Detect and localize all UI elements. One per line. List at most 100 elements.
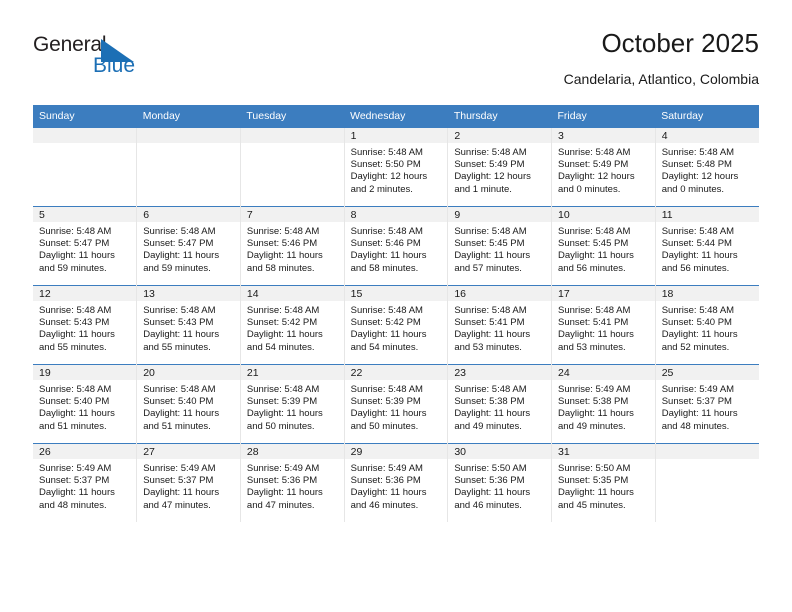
day-number: 10 bbox=[552, 207, 655, 222]
calendar-day-cell[interactable]: 10 Sunrise: 5:48 AM Sunset: 5:45 PM Dayligh… bbox=[551, 206, 656, 286]
day-details: Sunrise: 5:48 AM Sunset: 5:44 PM Daylight:… bbox=[656, 222, 759, 275]
calendar-day-cell[interactable]: 24 Sunrise: 5:49 AM Sunset: 5:38 PM Dayligh… bbox=[551, 364, 656, 444]
sunrise-text: Sunrise: 5:48 AM bbox=[661, 226, 735, 237]
sunset-text: Sunset: 5:50 PM bbox=[350, 159, 421, 171]
daylight-text-line1: Daylight: 11 hours bbox=[39, 329, 115, 341]
day-number: 28 bbox=[240, 444, 344, 459]
weekday-header-saturday: Saturday bbox=[655, 105, 759, 128]
sunrise-text: Sunrise: 5:48 AM bbox=[143, 384, 216, 395]
calendar-day-cell[interactable]: 27 Sunrise: 5:49 AM Sunset: 5:37 PM Dayligh… bbox=[136, 443, 241, 522]
day-details: Sunrise: 5:49 AM Sunset: 5:37 PM Daylight:… bbox=[656, 380, 759, 433]
daylight-text-line1: Daylight: 11 hours bbox=[246, 329, 323, 341]
calendar-day-cell[interactable]: 9 Sunrise: 5:48 AM Sunset: 5:45 PM Daylight… bbox=[447, 206, 552, 286]
sunrise-text: Sunrise: 5:48 AM bbox=[350, 384, 423, 395]
day-details: Sunrise: 5:48 AM Sunset: 5:49 PM Daylight:… bbox=[552, 143, 655, 196]
sunset-text: Sunset: 5:43 PM bbox=[39, 317, 110, 329]
calendar-day-cell[interactable]: 3 Sunrise: 5:48 AM Sunset: 5:49 PM Daylight… bbox=[551, 127, 656, 207]
day-number: 16 bbox=[448, 286, 552, 301]
daylight-text-line2: and 50 minutes. bbox=[246, 420, 315, 432]
sunrise-text: Sunrise: 5:48 AM bbox=[350, 226, 423, 237]
calendar-day-cell[interactable]: 22 Sunrise: 5:48 AM Sunset: 5:39 PM Dayligh… bbox=[343, 364, 448, 444]
title-block: October 2025 Candelaria, Atlantico, Colo… bbox=[564, 28, 759, 89]
general-blue-logo[interactable]: General Blue bbox=[33, 28, 153, 84]
daylight-text-line1: Daylight: 11 hours bbox=[454, 487, 531, 499]
calendar-day-cell[interactable]: 29 Sunrise: 5:49 AM Sunset: 5:36 PM Dayligh… bbox=[343, 443, 448, 522]
daylight-text-line1: Daylight: 12 hours bbox=[661, 171, 739, 183]
calendar-day-cell[interactable]: 20 Sunrise: 5:48 AM Sunset: 5:40 PM Dayligh… bbox=[136, 364, 241, 444]
calendar-day-cell[interactable]: 7 Sunrise: 5:48 AM Sunset: 5:46 PM Daylight… bbox=[239, 206, 345, 286]
sunrise-text: Sunrise: 5:49 AM bbox=[558, 384, 631, 395]
day-number bbox=[137, 128, 240, 143]
day-details: Sunrise: 5:48 AM Sunset: 5:42 PM Daylight:… bbox=[241, 301, 344, 354]
sunrise-text: Sunrise: 5:49 AM bbox=[350, 463, 423, 474]
day-number: 11 bbox=[655, 207, 759, 222]
daylight-text-line1: Daylight: 11 hours bbox=[143, 250, 220, 262]
calendar-day-cell-empty bbox=[136, 127, 241, 207]
calendar-day-cell[interactable]: 30 Sunrise: 5:50 AM Sunset: 5:36 PM Dayligh… bbox=[447, 443, 552, 522]
daylight-text-line2: and 2 minutes. bbox=[350, 183, 413, 195]
calendar-day-cell[interactable]: 5 Sunrise: 5:48 AM Sunset: 5:47 PM Daylight… bbox=[33, 206, 137, 286]
sunrise-text: Sunrise: 5:48 AM bbox=[661, 305, 735, 316]
day-number: 23 bbox=[448, 365, 552, 380]
calendar-day-cell[interactable]: 4 Sunrise: 5:48 AM Sunset: 5:48 PM Daylight… bbox=[654, 127, 759, 207]
calendar-day-cell[interactable]: 23 Sunrise: 5:48 AM Sunset: 5:38 PM Dayligh… bbox=[447, 364, 552, 444]
calendar-day-cell[interactable]: 26 Sunrise: 5:49 AM Sunset: 5:37 PM Dayligh… bbox=[33, 443, 137, 522]
sunset-text: Sunset: 5:47 PM bbox=[39, 238, 110, 250]
sunrise-text: Sunrise: 5:48 AM bbox=[558, 226, 631, 237]
calendar-day-cell[interactable]: 28 Sunrise: 5:49 AM Sunset: 5:36 PM Dayligh… bbox=[239, 443, 345, 522]
calendar-day-cell[interactable]: 25 Sunrise: 5:49 AM Sunset: 5:37 PM Dayligh… bbox=[654, 364, 759, 444]
day-details: Sunrise: 5:49 AM Sunset: 5:36 PM Daylight:… bbox=[345, 459, 448, 512]
sunset-text: Sunset: 5:35 PM bbox=[558, 475, 629, 487]
day-number: 12 bbox=[33, 286, 137, 301]
calendar-day-cell[interactable]: 16 Sunrise: 5:48 AM Sunset: 5:41 PM Dayligh… bbox=[447, 285, 552, 365]
sunset-text: Sunset: 5:46 PM bbox=[350, 238, 421, 250]
calendar-day-cell[interactable]: 11 Sunrise: 5:48 AM Sunset: 5:44 PM Dayligh… bbox=[654, 206, 759, 286]
daylight-text-line2: and 54 minutes. bbox=[246, 341, 315, 353]
day-details: Sunrise: 5:49 AM Sunset: 5:36 PM Daylight:… bbox=[241, 459, 344, 512]
calendar-day-cell[interactable]: 21 Sunrise: 5:48 AM Sunset: 5:39 PM Dayligh… bbox=[239, 364, 345, 444]
day-number: 21 bbox=[240, 365, 344, 380]
calendar-day-cell[interactable]: 18 Sunrise: 5:48 AM Sunset: 5:40 PM Dayligh… bbox=[654, 285, 759, 365]
daylight-text-line2: and 49 minutes. bbox=[454, 420, 522, 432]
sunset-text: Sunset: 5:46 PM bbox=[246, 238, 318, 250]
calendar-body: 1 Sunrise: 5:48 AM Sunset: 5:50 PM Daylight… bbox=[33, 127, 759, 522]
daylight-text-line1: Daylight: 11 hours bbox=[661, 329, 738, 341]
calendar-day-cell[interactable]: 14 Sunrise: 5:48 AM Sunset: 5:42 PM Dayligh… bbox=[239, 285, 345, 365]
calendar-day-cell[interactable]: 19 Sunrise: 5:48 AM Sunset: 5:40 PM Dayligh… bbox=[33, 364, 137, 444]
sunset-text: Sunset: 5:43 PM bbox=[143, 317, 214, 329]
sunrise-text: Sunrise: 5:49 AM bbox=[39, 463, 112, 474]
sunset-text: Sunset: 5:48 PM bbox=[661, 159, 732, 171]
day-number bbox=[33, 128, 137, 143]
calendar-day-cell[interactable]: 2 Sunrise: 5:48 AM Sunset: 5:49 PM Daylight… bbox=[447, 127, 552, 207]
calendar-day-cell-empty bbox=[239, 127, 345, 207]
daylight-text-line1: Daylight: 11 hours bbox=[454, 408, 531, 420]
sunset-text: Sunset: 5:41 PM bbox=[454, 317, 525, 329]
day-details: Sunrise: 5:49 AM Sunset: 5:37 PM Daylight:… bbox=[33, 459, 136, 512]
calendar-day-cell[interactable]: 6 Sunrise: 5:48 AM Sunset: 5:47 PM Daylight… bbox=[136, 206, 241, 286]
calendar-day-cell[interactable]: 12 Sunrise: 5:48 AM Sunset: 5:43 PM Dayligh… bbox=[33, 285, 137, 365]
sunset-text: Sunset: 5:45 PM bbox=[558, 238, 629, 250]
daylight-text-line2: and 52 minutes. bbox=[661, 341, 730, 353]
sunset-text: Sunset: 5:36 PM bbox=[454, 475, 525, 487]
calendar-day-cell[interactable]: 15 Sunrise: 5:48 AM Sunset: 5:42 PM Dayligh… bbox=[343, 285, 448, 365]
calendar-day-cell[interactable]: 8 Sunrise: 5:48 AM Sunset: 5:46 PM Daylight… bbox=[343, 206, 448, 286]
daylight-text-line2: and 55 minutes. bbox=[39, 341, 107, 353]
day-details: Sunrise: 5:48 AM Sunset: 5:50 PM Daylight:… bbox=[345, 143, 448, 196]
day-number: 9 bbox=[448, 207, 552, 222]
calendar-day-cell[interactable]: 31 Sunrise: 5:50 AM Sunset: 5:35 PM Dayligh… bbox=[551, 443, 656, 522]
page-subtitle: Candelaria, Atlantico, Colombia bbox=[563, 71, 759, 87]
daylight-text-line2: and 53 minutes. bbox=[558, 341, 626, 353]
daylight-text-line2: and 48 minutes. bbox=[39, 499, 107, 511]
calendar-day-cell[interactable]: 13 Sunrise: 5:48 AM Sunset: 5:43 PM Dayligh… bbox=[136, 285, 241, 365]
daylight-text-line2: and 50 minutes. bbox=[350, 420, 419, 432]
day-number: 18 bbox=[655, 286, 759, 301]
sunset-text: Sunset: 5:40 PM bbox=[143, 396, 214, 408]
day-number: 31 bbox=[552, 444, 655, 459]
day-number: 25 bbox=[655, 365, 759, 380]
calendar-day-cell[interactable]: 1 Sunrise: 5:48 AM Sunset: 5:50 PM Daylight… bbox=[343, 127, 448, 207]
day-details bbox=[241, 143, 344, 205]
daylight-text-line2: and 54 minutes. bbox=[350, 341, 419, 353]
sunrise-text: Sunrise: 5:49 AM bbox=[246, 463, 320, 474]
sunrise-text: Sunrise: 5:48 AM bbox=[454, 147, 527, 158]
calendar-day-cell[interactable]: 17 Sunrise: 5:48 AM Sunset: 5:41 PM Dayligh… bbox=[551, 285, 656, 365]
